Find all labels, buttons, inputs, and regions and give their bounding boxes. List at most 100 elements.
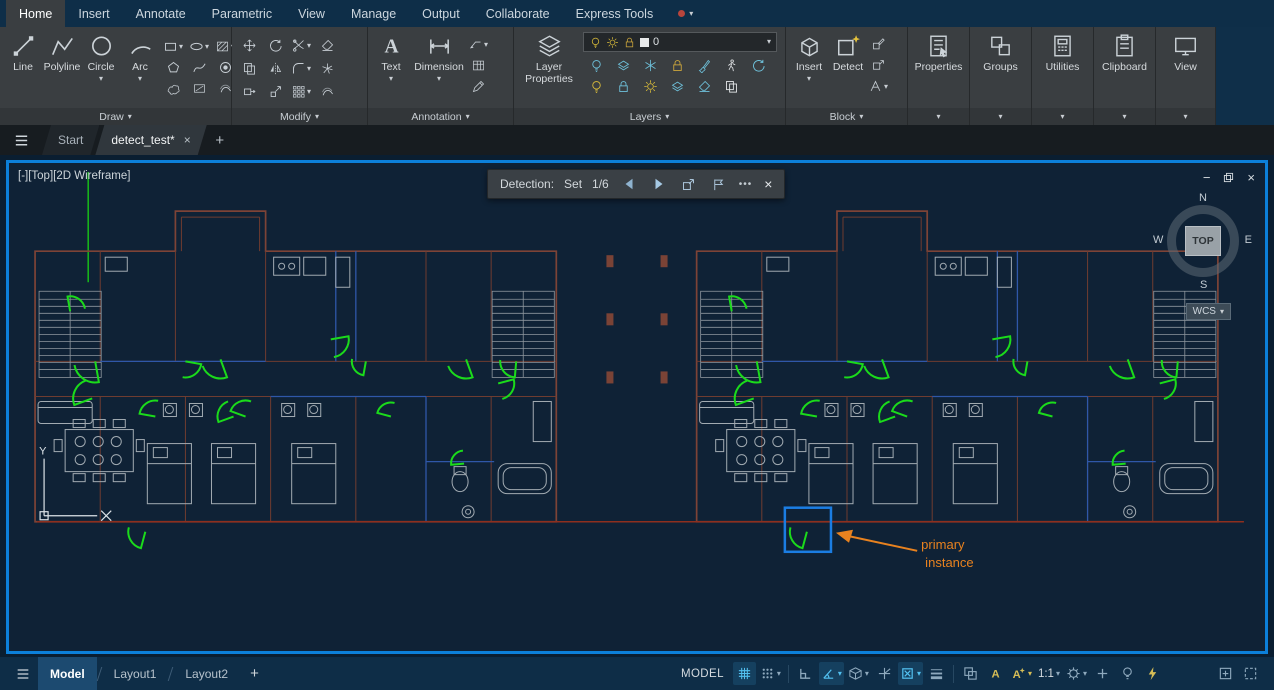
viewcube-west[interactable]: W (1153, 234, 1163, 246)
wipeout-button[interactable] (186, 78, 212, 99)
layout2-tab[interactable]: Layout2 (173, 657, 240, 690)
layer-lock-button[interactable] (664, 55, 691, 76)
rotate-button[interactable] (262, 34, 288, 57)
annotation-visibility-toggle[interactable] (984, 662, 1007, 685)
add-status-item-button[interactable] (1091, 662, 1114, 685)
grid-toggle[interactable] (732, 662, 756, 685)
layer-walk-button[interactable] (718, 55, 745, 76)
new-drawing-button[interactable]: + (203, 125, 237, 155)
previous-instance-button[interactable] (619, 174, 639, 194)
primary-instance-highlight[interactable] (783, 506, 833, 554)
fullscreen-button[interactable] (1239, 662, 1262, 685)
flag-instance-button[interactable] (709, 174, 729, 194)
new-layout-button[interactable]: + (240, 665, 269, 682)
drawing-canvas[interactable]: Y primary instance (9, 163, 1265, 651)
polygon-tool-button[interactable] (160, 57, 186, 78)
layer-freeze-button[interactable] (637, 55, 664, 76)
define-attributes-button[interactable]: ▾ (868, 76, 888, 97)
close-icon[interactable]: × (1247, 170, 1255, 185)
explode-button[interactable] (314, 57, 340, 80)
insert-block-button[interactable]: Insert ▾ (790, 30, 828, 106)
viewcube-top-face[interactable]: TOP (1185, 226, 1221, 256)
markup-button[interactable] (468, 76, 488, 97)
layout1-tab[interactable]: Layout1 (102, 657, 169, 690)
layer-delete-button[interactable] (691, 76, 718, 97)
object-snap-toggle[interactable]: ▾ (897, 662, 923, 685)
utilities-panel-label[interactable]: ▾ (1032, 108, 1093, 125)
layer-match-button[interactable] (691, 55, 718, 76)
layer-dropdown[interactable]: 0 ▾ (583, 32, 777, 52)
ribbon-tab-parametric[interactable]: Parametric (199, 0, 285, 27)
model-viewport[interactable]: Y primary instance [-][Top][2D Wireframe… (6, 160, 1268, 654)
next-instance-button[interactable] (649, 174, 669, 194)
layout-menu-button[interactable] (8, 666, 38, 682)
layer-properties-button[interactable]: Layer Properties (518, 30, 580, 106)
isolate-objects-button[interactable] (1116, 662, 1139, 685)
ribbon-tab-annotate[interactable]: Annotate (123, 0, 199, 27)
dimension-button[interactable]: Dimension ▾ (411, 30, 467, 106)
block-panel-label[interactable]: Block ▾ (786, 108, 907, 125)
zoom-to-instance-button[interactable] (679, 174, 699, 194)
more-options-button[interactable]: ••• (739, 179, 753, 190)
groups-panel-label[interactable]: ▾ (970, 108, 1031, 125)
isodraft-toggle[interactable]: ▾ (846, 662, 871, 685)
customization-button[interactable]: ▾ (1064, 662, 1089, 685)
write-block-button[interactable] (868, 55, 888, 76)
utilities-button[interactable]: Utilities (1035, 30, 1091, 106)
polyline-button[interactable]: Polyline (43, 30, 81, 106)
annotation-scale-button[interactable]: 1:1 ▾ (1036, 662, 1062, 685)
properties-button[interactable]: Properties (911, 30, 967, 106)
stretch-button[interactable] (236, 80, 262, 103)
layer-thaw-button[interactable] (637, 76, 664, 97)
arc-button[interactable]: Arc ▾ (121, 30, 159, 106)
draw-panel-label[interactable]: Draw ▾ (0, 108, 231, 125)
layer-off-button[interactable] (583, 55, 610, 76)
clean-screen-button[interactable] (1214, 662, 1237, 685)
selection-cycling-toggle[interactable] (959, 662, 982, 685)
layer-unlock-button[interactable] (610, 76, 637, 97)
snap-toggle[interactable]: ▾ (758, 662, 783, 685)
autoscale-toggle[interactable]: ▾ (1009, 662, 1034, 685)
fillet-button[interactable]: ▾ (288, 57, 314, 80)
rectangle-tool-button[interactable]: ▾ (160, 36, 186, 57)
lineweight-toggle[interactable] (925, 662, 948, 685)
close-tab-icon[interactable]: × (184, 133, 191, 147)
layers-panel-label[interactable]: Layers ▾ (514, 108, 785, 125)
viewcube-east[interactable]: E (1245, 234, 1252, 246)
modify-panel-label[interactable]: Modify ▾ (232, 108, 367, 125)
text-button[interactable]: Text ▾ (372, 30, 410, 106)
spline-tool-button[interactable] (186, 57, 212, 78)
ribbon-tab-express-tools[interactable]: Express Tools (563, 0, 667, 27)
table-button[interactable] (468, 55, 488, 76)
properties-panel-label[interactable]: ▾ (908, 108, 969, 125)
ribbon-tab-output[interactable]: Output (409, 0, 473, 27)
view-button[interactable]: View (1159, 30, 1213, 106)
file-tab-start[interactable]: Start (42, 125, 99, 155)
restore-icon[interactable] (1223, 172, 1234, 183)
ribbon-tab-collaborate[interactable]: Collaborate (473, 0, 563, 27)
viewport-controls-label[interactable]: [-][Top][2D Wireframe] (18, 170, 130, 182)
multileader-button[interactable]: ▾ (468, 34, 488, 55)
offset-button[interactable] (314, 80, 340, 103)
ortho-toggle[interactable] (794, 662, 817, 685)
layer-isolate-button[interactable] (610, 55, 637, 76)
clipboard-panel-label[interactable]: ▾ (1094, 108, 1155, 125)
model-tab[interactable]: Model (38, 657, 97, 690)
object-snap-tracking-toggle[interactable] (873, 662, 896, 685)
wcs-selector[interactable]: WCS ▾ (1185, 303, 1231, 320)
close-detection-button[interactable]: × (764, 176, 772, 192)
circle-button[interactable]: Circle ▾ (82, 30, 120, 106)
layer-previous-button[interactable] (745, 55, 772, 76)
revision-cloud-button[interactable] (160, 78, 186, 99)
scale-button[interactable] (262, 80, 288, 103)
layer-fade-button[interactable] (718, 76, 745, 97)
move-button[interactable] (236, 34, 262, 57)
trim-button[interactable]: ▾ (288, 34, 314, 57)
viewcube-south[interactable]: S (1200, 279, 1207, 291)
block-editor-button[interactable] (868, 34, 888, 55)
polar-tracking-toggle[interactable]: ▾ (818, 662, 844, 685)
viewcube[interactable]: N W E S TOP (1153, 192, 1252, 291)
ribbon-tab-view[interactable]: View (285, 0, 338, 27)
annotation-panel-label[interactable]: Annotation ▾ (368, 108, 513, 125)
array-button[interactable]: ▾ (288, 80, 314, 103)
